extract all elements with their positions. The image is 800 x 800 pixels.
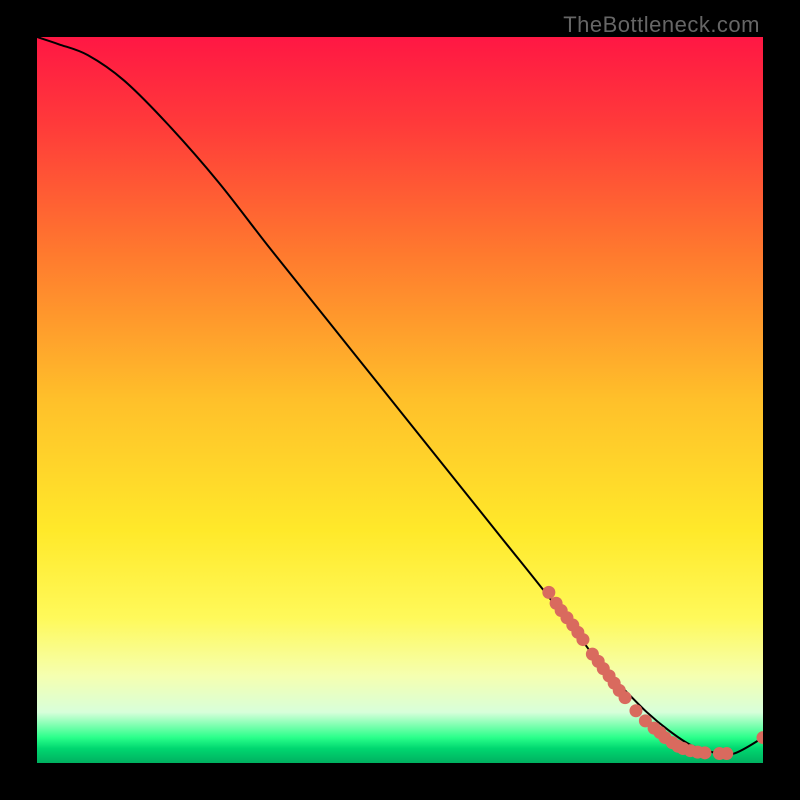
data-point — [576, 633, 589, 646]
scatter-points — [542, 586, 763, 760]
curve-line — [37, 37, 763, 755]
watermark-text: TheBottleneck.com — [563, 12, 760, 38]
chart-container: TheBottleneck.com — [0, 0, 800, 800]
data-point — [720, 747, 733, 760]
data-point — [542, 586, 555, 599]
data-point — [698, 746, 711, 759]
plot-area — [37, 37, 763, 763]
data-point — [619, 691, 632, 704]
data-point — [757, 731, 764, 744]
data-point — [629, 704, 642, 717]
chart-svg — [37, 37, 763, 763]
